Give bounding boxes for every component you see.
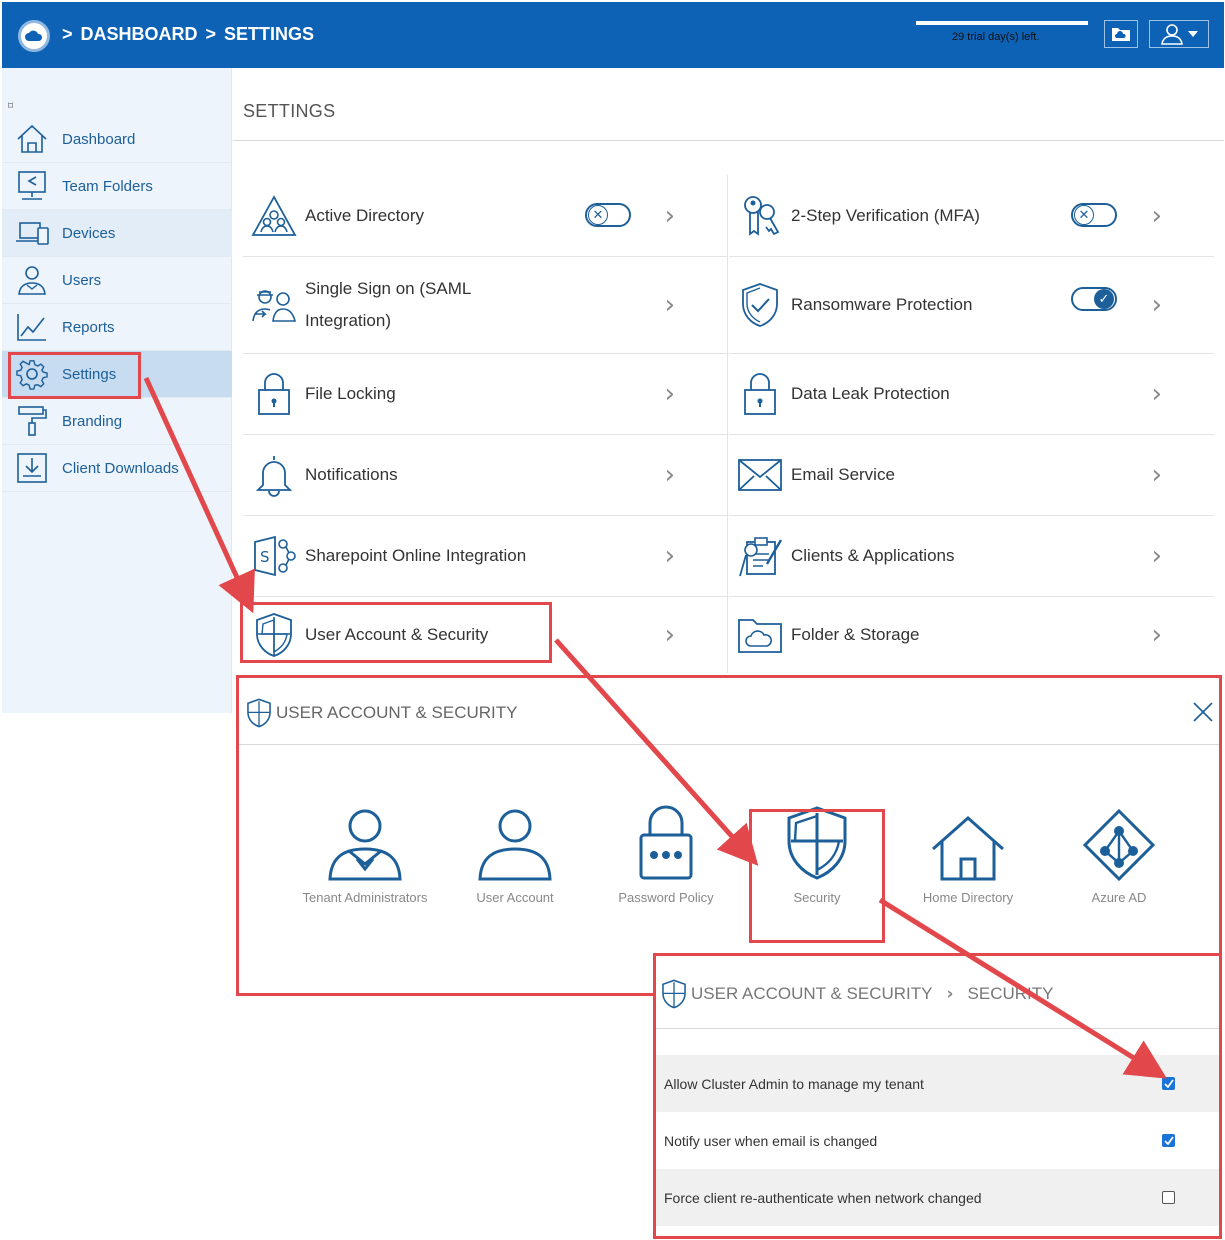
app-root: > DASHBOARD > SETTINGS 29 trial day(s) l… [0, 0, 1225, 1240]
annotation-arrows [143, 376, 1167, 1079]
arrow-3 [878, 897, 1167, 1079]
arrow-1 [143, 376, 255, 614]
arrow-2 [554, 638, 759, 866]
